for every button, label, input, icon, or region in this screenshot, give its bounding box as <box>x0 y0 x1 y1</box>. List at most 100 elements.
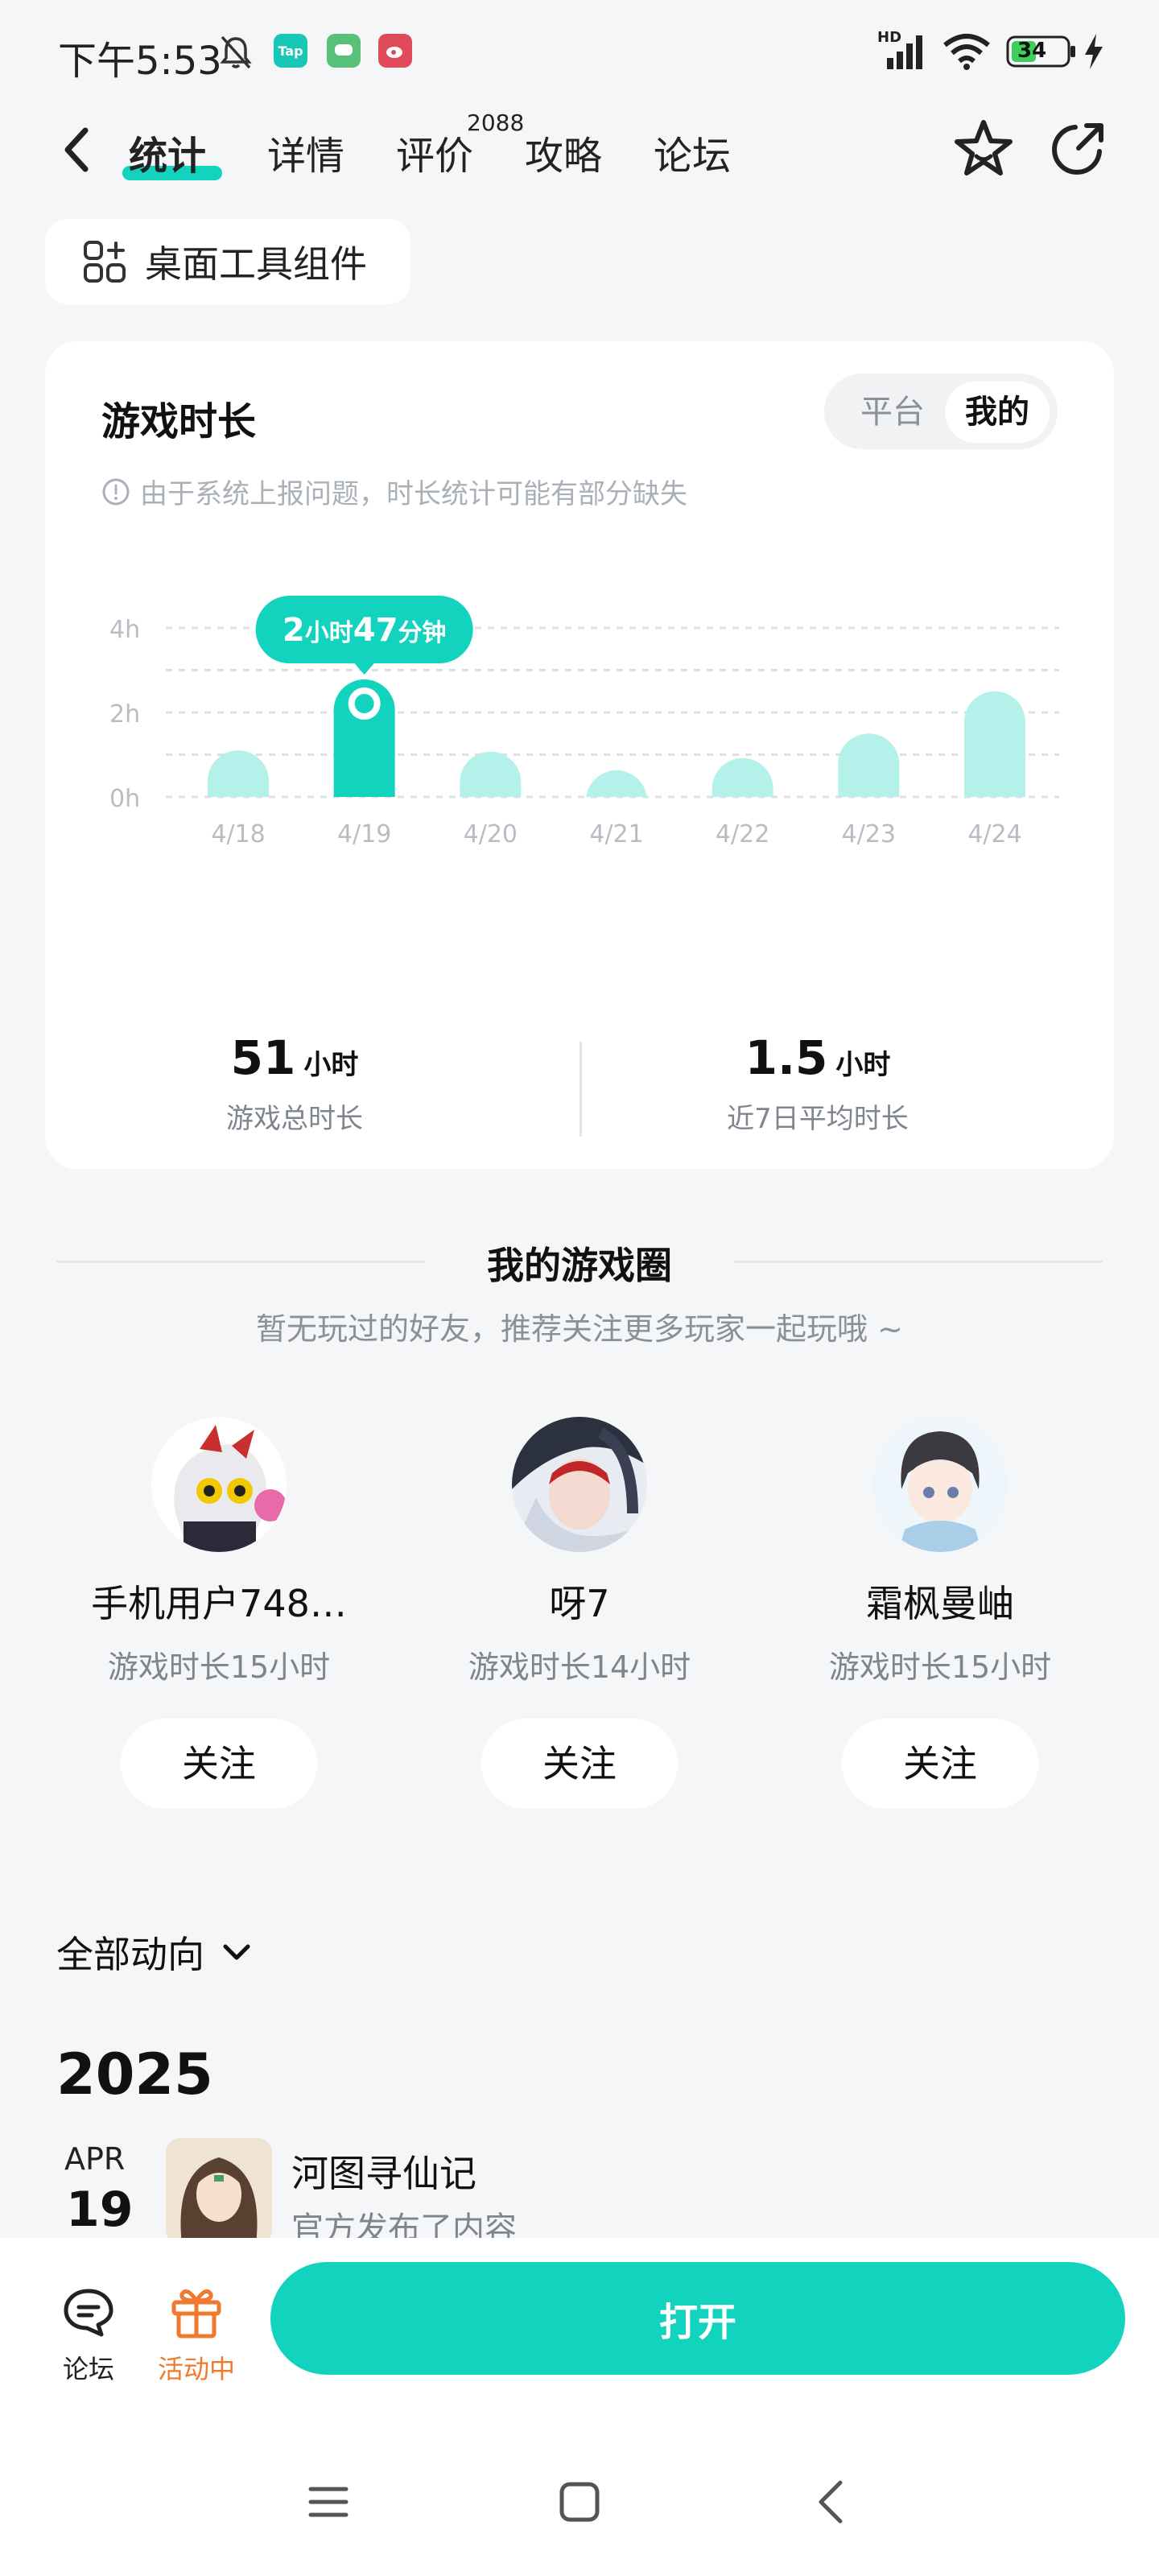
game-circle-subtitle: 暂无玩过的好友，推荐关注更多玩家一起玩哦 ~ <box>256 1311 903 1347</box>
game-circle-title: 我的游戏圈 <box>487 1244 672 1287</box>
stat-divider <box>580 1042 582 1137</box>
player-name: 手机用户748… <box>91 1582 347 1625</box>
chart-bar <box>460 751 522 797</box>
player-name: 呀7 <box>549 1582 610 1625</box>
chart-bar <box>333 679 395 797</box>
timeline-year: 2025 <box>56 2041 213 2107</box>
follow-button[interactable]: 关注 <box>481 1719 678 1809</box>
battery-level: 34 <box>1017 39 1047 63</box>
player-card: 霜枫曼岫 游戏时长15小时 关注 <box>771 1417 1109 1809</box>
widget-grid-icon <box>84 241 126 283</box>
player-playtime: 游戏时长15小时 <box>828 1649 1052 1685</box>
activity-shortcut[interactable]: 活动中 <box>150 2283 243 2386</box>
tab-reviews[interactable]: 评价 <box>396 124 473 180</box>
forum-chat-icon <box>64 2289 113 2337</box>
post-title[interactable]: 河图寻仙记 <box>291 2145 476 2198</box>
x-tick-label: 4/20 <box>464 820 518 848</box>
total-playtime-unit: 小时 <box>303 1049 359 1081</box>
avatar[interactable] <box>872 1417 1008 1552</box>
forum-shortcut[interactable]: 论坛 <box>50 2286 127 2386</box>
activity-filter-dropdown[interactable]: 全部动向 <box>56 1926 253 1979</box>
x-tick-label: 4/24 <box>967 820 1021 848</box>
back-button[interactable] <box>53 121 98 179</box>
bell-mute-icon <box>220 35 252 69</box>
star-icon <box>955 120 1013 175</box>
post-month: APR <box>64 2141 126 2177</box>
tooltip-part: 分钟 <box>398 619 446 647</box>
follow-button[interactable]: 关注 <box>842 1719 1038 1809</box>
notice-text: 由于系统上报问题，时长统计可能有部分缺失 <box>140 478 687 510</box>
toggle-mine[interactable]: 我的 <box>945 382 1050 443</box>
tab-guides[interactable]: 攻略 <box>525 124 602 180</box>
info-icon <box>102 478 130 505</box>
status-time: 下午5:53 <box>58 39 222 84</box>
chart-bar <box>586 770 647 801</box>
y-tick-label: 0h <box>109 785 140 813</box>
battery-icon: 34 <box>1006 35 1077 68</box>
y-tick-label: 2h <box>109 700 140 729</box>
x-tick-label: 4/23 <box>842 820 896 848</box>
player-card: 手机用户748… 游戏时长15小时 关注 <box>50 1417 388 1809</box>
total-playtime-value: 51 <box>230 1030 296 1085</box>
average-playtime-value: 1.5 <box>744 1030 828 1085</box>
x-tick-label: 4/22 <box>716 820 769 848</box>
home-icon[interactable] <box>555 2478 604 2526</box>
forum-label: 论坛 <box>62 2354 114 2384</box>
post-thumbnail[interactable] <box>166 2138 272 2244</box>
average-playtime-label: 近7日平均时长 <box>727 1103 909 1135</box>
tab-stats[interactable]: 统计 <box>129 124 206 180</box>
y-tick-label: 4h <box>109 616 140 644</box>
charging-icon <box>1085 34 1103 69</box>
bottom-action-bar: 论坛 活动中 打开 <box>0 2238 1159 2576</box>
activity-filter-label: 全部动向 <box>56 1933 204 1976</box>
scope-toggle: 平台 我的 <box>824 374 1058 449</box>
follow-button[interactable]: 关注 <box>121 1719 317 1809</box>
tooltip-part: 小时 <box>305 619 353 647</box>
toggle-platform[interactable]: 平台 <box>842 390 943 435</box>
weibo-badge-icon <box>378 34 412 68</box>
player-name: 霜枫曼岫 <box>866 1582 1014 1625</box>
post-day: 19 <box>66 2182 134 2238</box>
x-tick-label: 4/18 <box>211 820 265 848</box>
chat-badge-icon <box>327 34 361 68</box>
signal-icon <box>887 35 922 69</box>
avatar[interactable] <box>151 1417 287 1552</box>
chart-bar <box>208 750 269 797</box>
menu-icon[interactable] <box>304 2478 353 2526</box>
tab-details[interactable]: 详情 <box>267 124 344 180</box>
chart-bar <box>711 758 773 797</box>
desktop-widget-label: 桌面工具组件 <box>145 242 367 286</box>
open-game-button[interactable]: 打开 <box>270 2262 1125 2375</box>
player-playtime: 游戏时长15小时 <box>107 1649 331 1685</box>
gift-icon <box>171 2289 221 2339</box>
total-playtime-label: 游戏总时长 <box>226 1103 363 1135</box>
player-playtime: 游戏时长14小时 <box>468 1649 691 1685</box>
chevron-left-icon <box>64 127 89 172</box>
tooltip-part: 2 <box>283 612 305 649</box>
x-tick-label: 4/19 <box>337 820 391 848</box>
player-card: 呀7 游戏时长14小时 关注 <box>410 1417 749 1809</box>
system-back-icon[interactable] <box>808 2478 856 2526</box>
average-playtime-stat: 1.5 小时 近7日平均时长 <box>649 1030 987 1136</box>
chart-bar <box>838 733 900 797</box>
x-tick-label: 4/21 <box>589 820 643 848</box>
share-button[interactable] <box>1043 116 1111 184</box>
tooltip-pointer <box>353 662 376 675</box>
taptap-badge-icon: Tap <box>274 34 307 68</box>
playtime-bar-chart: 0h 2h 4h 4/18 4/19 2小时47分钟 4/20 4/21 4/22 4/23 4/2… <box>109 596 1059 848</box>
chart-bar <box>964 691 1025 797</box>
desktop-widget-button[interactable]: 桌面工具组件 <box>45 219 410 304</box>
average-playtime-unit: 小时 <box>835 1049 891 1081</box>
wifi-icon <box>943 34 990 70</box>
activity-label: 活动中 <box>157 2354 235 2384</box>
total-playtime-stat: 51 小时 游戏总时长 <box>134 1030 456 1136</box>
tooltip-part: 47 <box>353 612 398 649</box>
playtime-card: 游戏时长 平台 我的 由于系统上报问题，时长统计可能有部分缺失 0h 2h 4h 4/… <box>45 341 1114 1169</box>
data-notice: 由于系统上报问题，时长统计可能有部分缺失 <box>101 472 687 511</box>
playtime-title: 游戏时长 <box>101 399 257 444</box>
favorite-button[interactable] <box>950 116 1017 184</box>
chevron-down-icon <box>223 1944 250 1960</box>
review-count-badge: 2088 <box>467 109 525 136</box>
tab-forum[interactable]: 论坛 <box>654 124 731 180</box>
avatar[interactable] <box>512 1417 647 1552</box>
